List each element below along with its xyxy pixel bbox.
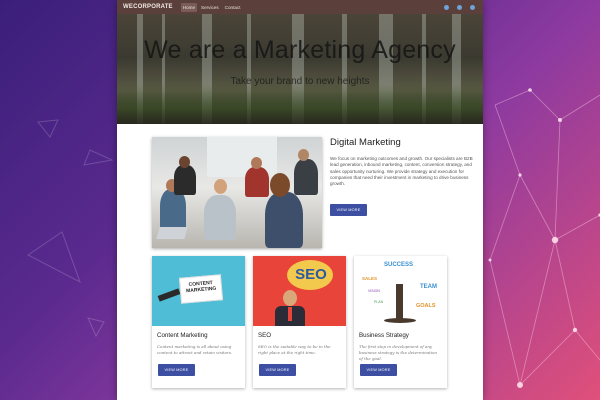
card-description: SEO is the suitable way to be in the rig… bbox=[258, 344, 331, 355]
feature-description: We focus on marketing outcomes and growt… bbox=[330, 156, 473, 187]
word-success: SUCCESS bbox=[384, 262, 414, 268]
nav-links: Home Services Contact bbox=[180, 2, 245, 12]
feature-section: Digital Marketing We focus on marketing … bbox=[330, 137, 475, 216]
view-more-button[interactable]: VIEW MORE bbox=[360, 364, 397, 376]
word-team: TEAM bbox=[420, 284, 437, 290]
card-content-marketing: CONTENT MARKETING Content Marketing Cont… bbox=[152, 256, 245, 388]
linkedin-icon[interactable] bbox=[470, 4, 475, 10]
nav-link-contact[interactable]: Contact bbox=[223, 3, 243, 12]
facebook-icon[interactable] bbox=[457, 4, 462, 10]
hand-shape bbox=[157, 288, 181, 302]
card-title: Content Marketing bbox=[157, 332, 208, 339]
view-more-button[interactable]: VIEW MORE bbox=[330, 204, 367, 216]
feature-title: Digital Marketing bbox=[330, 137, 401, 148]
tree-roots-shape bbox=[384, 318, 416, 323]
triangle-shape bbox=[27, 231, 81, 284]
twitter-icon[interactable] bbox=[444, 4, 449, 10]
content-marketing-image: CONTENT MARKETING bbox=[152, 256, 245, 326]
seo-image: SEO bbox=[253, 256, 346, 326]
nav-link-home[interactable]: Home bbox=[180, 2, 198, 12]
triangle-shape bbox=[83, 149, 114, 166]
hero-banner: We are a Marketing Agency Take your bran… bbox=[117, 14, 483, 124]
laptop-shape bbox=[156, 227, 188, 239]
card-seo: SEO SEO SEO is the suitable way to be in… bbox=[253, 256, 346, 388]
triangle-shape bbox=[87, 317, 105, 338]
brand-logo[interactable]: WECORPORATE bbox=[123, 4, 173, 10]
word-vision: VISION bbox=[368, 289, 380, 293]
website-page: WECORPORATE Home Services Contact We are… bbox=[117, 0, 483, 400]
tree-trunk-shape bbox=[396, 284, 403, 322]
card-title: Business Strategy bbox=[359, 332, 409, 339]
team-meeting-photo bbox=[152, 137, 322, 248]
nav-link-services[interactable]: Services bbox=[199, 3, 221, 12]
word-sales: SALES bbox=[362, 276, 378, 281]
social-links bbox=[444, 4, 475, 10]
strategy-tree-image: SUCCESS SALES TEAM GOALS VISION PLAN bbox=[354, 256, 447, 326]
card-business-strategy: SUCCESS SALES TEAM GOALS VISION PLAN Bus… bbox=[354, 256, 447, 388]
card-description: The first step in development of any bus… bbox=[359, 344, 437, 361]
card-description: Content marketing is all about using con… bbox=[157, 344, 233, 355]
view-more-button[interactable]: VIEW MORE bbox=[259, 364, 296, 376]
word-plan: PLAN bbox=[374, 300, 384, 304]
seo-label: SEO bbox=[295, 266, 327, 283]
triangle-shape bbox=[37, 119, 59, 138]
hero-tree-shape bbox=[117, 84, 483, 124]
top-nav: WECORPORATE Home Services Contact bbox=[117, 0, 483, 14]
hero-subtitle: Take your brand to new heights bbox=[230, 76, 370, 87]
hero-title: We are a Marketing Agency bbox=[144, 36, 456, 64]
view-more-button[interactable]: VIEW MORE bbox=[158, 364, 195, 376]
word-goals: GOALS bbox=[416, 303, 436, 309]
card-title: SEO bbox=[258, 332, 272, 339]
